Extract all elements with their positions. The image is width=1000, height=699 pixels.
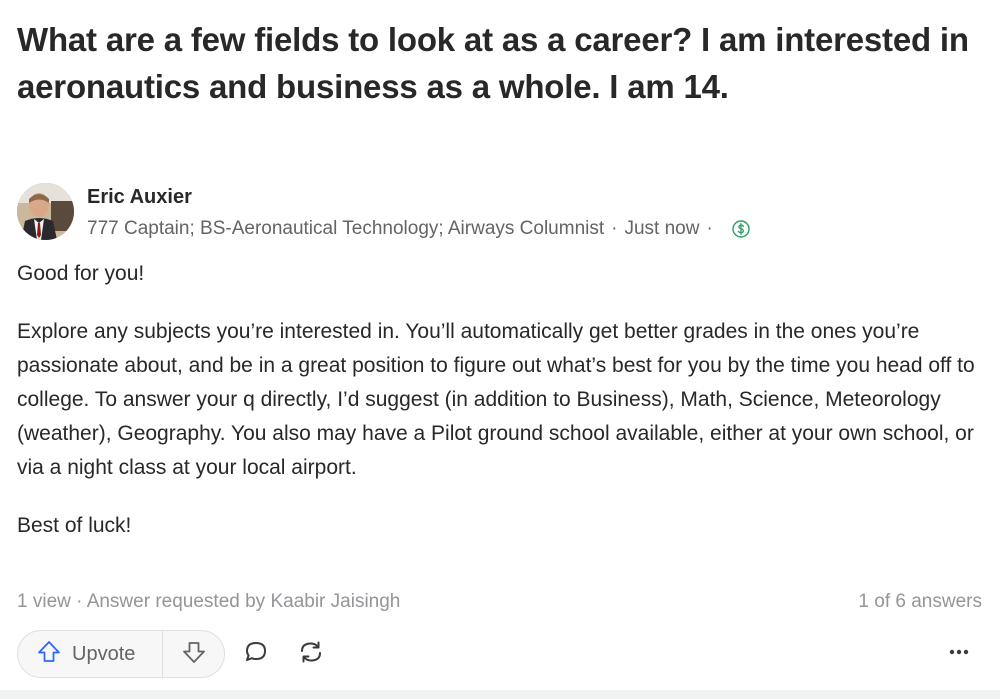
vote-control: Upvote [17,630,225,678]
section-divider [0,690,1000,699]
upvote-button[interactable]: Upvote [18,631,163,677]
answer-count[interactable]: 1 of 6 answers [858,591,982,613]
author-name[interactable]: Eric Auxier [87,186,192,209]
author-row: Eric Auxier 777 Captain; BS-Aeronautical… [17,183,977,241]
answer-page: What are a few fields to look at as a ca… [0,0,1000,699]
answer-paragraph: Explore any subjects you’re interested i… [17,320,975,479]
avatar-photo [17,183,74,240]
arrow-up-icon [36,639,62,670]
arrow-down-icon [181,639,207,670]
share-button[interactable] [291,634,331,674]
author-avatar[interactable] [17,183,74,240]
more-options-button[interactable] [939,634,979,674]
answer-paragraph: Best of luck! [17,514,132,537]
more-icon [945,638,973,671]
answer-body: Good for you! Explore any subjects you’r… [17,257,985,567]
downvote-button[interactable] [163,631,224,677]
dollar-circle-icon[interactable] [732,220,750,238]
meta-separator: · [611,218,618,239]
answer-footer-meta[interactable]: 1 view · Answer requested by Kaabir Jais… [17,591,400,613]
action-bar: Upvote [17,630,983,678]
meta-separator: · [706,218,713,239]
answer-paragraph: Good for you! [17,262,145,285]
author-meta: 777 Captain; BS-Aeronautical Technology;… [87,218,750,240]
author-credential[interactable]: 777 Captain; BS-Aeronautical Technology;… [87,218,604,240]
upvote-label: Upvote [72,642,136,665]
question-title[interactable]: What are a few fields to look at as a ca… [17,16,977,110]
answer-timestamp[interactable]: Just now [624,218,699,240]
comment-icon [243,639,269,670]
share-icon [297,638,325,671]
comment-button[interactable] [236,634,276,674]
